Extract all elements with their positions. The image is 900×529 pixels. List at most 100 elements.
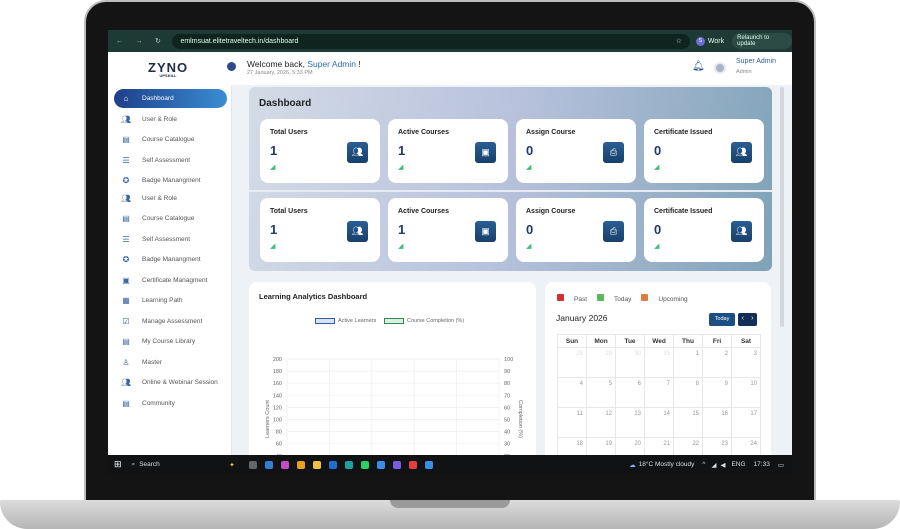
trend-icon: ◢ <box>654 243 660 250</box>
sidebar-item-learning-path[interactable]: ▦ Learning Path <box>114 291 227 310</box>
sidebar-item-badge-manangment[interactable]: ✪ Badge Manangment <box>114 250 227 269</box>
sidebar-item-label: My Course Library <box>142 338 196 345</box>
next-month-button[interactable]: › <box>751 313 753 326</box>
network-icon[interactable]: ◢ <box>711 461 716 469</box>
sidebar-item-online-webinar-session[interactable]: 👥︎ Online & Webinar Session <box>114 373 227 392</box>
profile-button[interactable]: S Work <box>695 36 725 46</box>
reload-icon[interactable]: ↻ <box>155 37 166 45</box>
calendar-day[interactable]: 10 <box>731 377 761 408</box>
copilot-icon[interactable]: ✦ <box>229 461 234 469</box>
address-bar[interactable]: emlmsuat.elitetraveltech.in/dashboard ☆ <box>172 33 690 49</box>
calendar-day[interactable]: 2 <box>702 347 732 378</box>
whatsapp-icon[interactable] <box>360 460 369 469</box>
calendar-day[interactable]: 15 <box>673 407 703 438</box>
notification-bell-icon[interactable]: 🔔︎ <box>692 61 705 72</box>
relaunch-button[interactable]: Relaunch to update <box>732 33 792 49</box>
sidebar-item-my-course-library[interactable]: ▤ My Course Library <box>114 332 227 351</box>
path-icon: ▦ <box>122 296 130 305</box>
chrome-icon[interactable] <box>296 460 305 469</box>
calendar-day[interactable]: 6 <box>615 377 645 408</box>
checklist-icon: ☑ <box>122 317 130 326</box>
y-tick-label: 100 <box>273 418 282 424</box>
forward-icon[interactable]: → <box>135 38 146 45</box>
today-button[interactable]: Today <box>709 313 735 326</box>
calendar-day[interactable]: 14 <box>644 407 674 438</box>
bookmark-star-icon[interactable]: ☆ <box>676 37 682 45</box>
sidebar-item-dashboard[interactable]: ⌂ Dashboard <box>114 89 227 108</box>
windows-start-icon[interactable]: ⊞ <box>114 459 122 470</box>
teams-icon[interactable] <box>392 460 401 469</box>
sidebar-item-community[interactable]: ▤ Community <box>114 394 227 413</box>
user-name[interactable]: Super Admin <box>736 58 776 65</box>
weekday: Wed <box>644 334 674 348</box>
calendar-day[interactable]: 12 <box>586 407 616 438</box>
calendar-day[interactable]: 13 <box>615 407 645 438</box>
avatar[interactable] <box>714 62 726 74</box>
calendar-day[interactable]: 31 <box>644 347 674 378</box>
sidebar-item-course-catalogue[interactable]: ▤ Course Catalogue <box>114 209 227 228</box>
taskbar-search[interactable]: Search <box>139 461 229 468</box>
app-icon[interactable] <box>280 460 289 469</box>
prev-month-button[interactable]: ‹ <box>742 313 744 326</box>
calendar-day[interactable]: 4 <box>557 377 587 408</box>
stat-card-active-courses[interactable]: Active Courses 1 ◢ ▣ <box>388 198 508 262</box>
stat-card-total-users[interactable]: Total Users 1 ◢ 👥︎ <box>260 119 380 183</box>
calendar-day[interactable]: 17 <box>731 407 761 438</box>
calendar-day[interactable]: 3 <box>731 347 761 378</box>
calendar-day[interactable]: 29 <box>586 347 616 378</box>
calendar-day[interactable]: 5 <box>586 377 616 408</box>
sidebar-item-self-assessment[interactable]: ☰ Self Assessment <box>114 230 227 249</box>
sidebar-item-badge-manangment[interactable]: ✪ Badge Manangment <box>114 171 227 190</box>
calendar-day[interactable]: 7 <box>644 377 674 408</box>
stat-card-assign-course[interactable]: Assign Course 0 ◢ ⎙ <box>516 119 636 183</box>
assign-icon: ⎙ <box>603 221 624 242</box>
app-icon[interactable] <box>424 460 433 469</box>
logo[interactable]: ZYNO UPSKILL <box>148 60 188 78</box>
notifications-icon[interactable]: ▭ <box>778 461 784 469</box>
weather-text[interactable]: 18°C Mostly cloudy <box>639 461 695 468</box>
sidebar-item-self-assessment[interactable]: ☰ Self Assessment <box>114 151 227 170</box>
sidebar-item-user-role[interactable]: 👥︎ User & Role <box>114 189 227 208</box>
outlook-icon[interactable] <box>328 460 337 469</box>
sidebar-item-certificate-managment[interactable]: ▣ Certificate Managment <box>114 271 227 290</box>
welcome-user: Super Admin <box>307 59 356 69</box>
clock[interactable]: 17:33 <box>754 461 770 468</box>
calendar-day[interactable]: 30 <box>615 347 645 378</box>
sidebar-item-master[interactable]: ♙ Master <box>114 353 227 372</box>
stat-card-assign-course[interactable]: Assign Course 0 ◢ ⎙ <box>516 198 636 262</box>
sidebar-item-label: Course Catalogue <box>142 136 195 143</box>
sidebar-item-manage-assessment[interactable]: ☑ Manage Assessment <box>114 312 227 331</box>
calendar-day[interactable]: 28 <box>557 347 587 378</box>
scrollbar[interactable] <box>780 87 784 327</box>
users-icon: 👥︎ <box>121 194 132 203</box>
clipboard-icon: ▤ <box>122 214 130 223</box>
calendar-day[interactable]: 8 <box>673 377 703 408</box>
sidebar-item-user-role[interactable]: 👥︎ User & Role <box>114 110 227 129</box>
task-view-icon[interactable] <box>248 460 257 469</box>
edge-icon[interactable] <box>344 460 353 469</box>
app-icon[interactable] <box>264 460 273 469</box>
back-icon[interactable]: ← <box>116 38 127 45</box>
app-header: ZYNO UPSKILL Welcome back, Super Admin ! … <box>108 52 792 85</box>
menu-toggle-icon[interactable] <box>227 62 236 71</box>
calendar-day[interactable]: 1 <box>673 347 703 378</box>
y2-tick-label: 60 <box>504 405 510 411</box>
language-indicator[interactable]: ENG <box>731 461 745 468</box>
y2-tick-label: 40 <box>504 430 510 436</box>
webinar-icon: 👥︎ <box>121 378 132 387</box>
profile-label: Work <box>707 37 725 45</box>
stat-card-active-courses[interactable]: Active Courses 1 ◢ ▣ <box>388 119 508 183</box>
y2-tick-label: 30 <box>504 442 510 448</box>
calendar-day[interactable]: 16 <box>702 407 732 438</box>
app-icon[interactable] <box>376 460 385 469</box>
file-explorer-icon[interactable] <box>312 460 321 469</box>
tray-chevron-icon[interactable]: ^ <box>702 461 705 468</box>
calendar-day[interactable]: 9 <box>702 377 732 408</box>
sidebar-item-course-catalogue[interactable]: ▤ Course Catalogue <box>114 130 227 149</box>
stat-card-total-users[interactable]: Total Users 1 ◢ 👥︎ <box>260 198 380 262</box>
calendar-day[interactable]: 11 <box>557 407 587 438</box>
stat-card-certificate-issued[interactable]: Certificate Issued 0 ◢ 👥︎ <box>644 198 764 262</box>
chrome-active-icon[interactable] <box>408 460 417 469</box>
stat-card-certificate-issued[interactable]: Certificate Issued 0 ◢ 👥︎ <box>644 119 764 183</box>
volume-icon[interactable]: ◀ <box>720 461 725 469</box>
